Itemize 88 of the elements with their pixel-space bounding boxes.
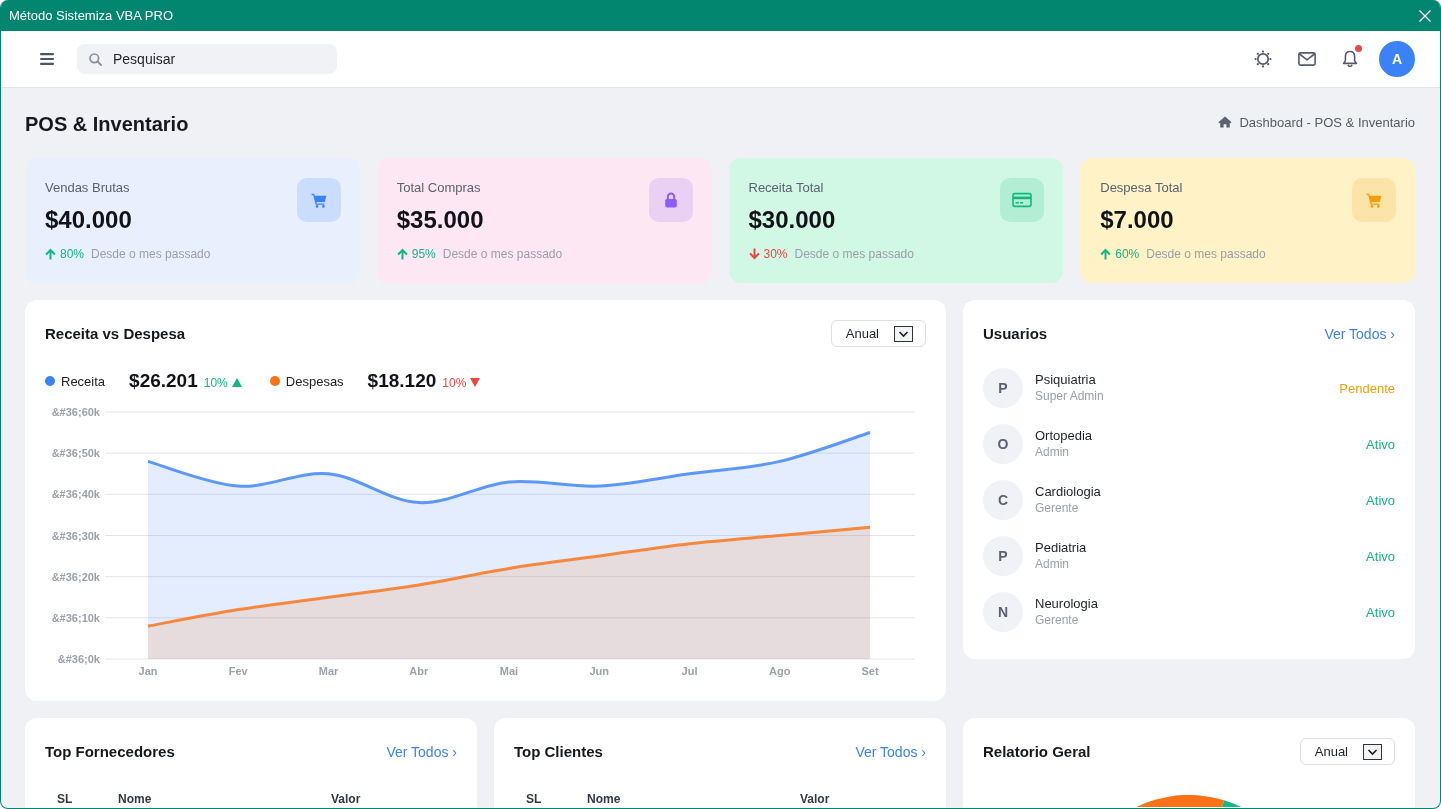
user-avatar: C bbox=[983, 480, 1023, 520]
x-axis-label: Ago bbox=[769, 665, 791, 677]
column-header: SL bbox=[56, 791, 74, 807]
column-header: Valor bbox=[799, 791, 831, 807]
stat-value: $35.000 bbox=[396, 205, 484, 235]
caret-icon bbox=[1363, 743, 1382, 760]
y-axis-label: &#36;0k bbox=[57, 653, 100, 665]
user-status: Ativo bbox=[1366, 436, 1395, 452]
user-status: Ativo bbox=[1366, 492, 1395, 508]
sun-icon[interactable] bbox=[1254, 50, 1272, 68]
view-all-link[interactable]: Ver Todos › bbox=[855, 743, 926, 760]
x-axis-label: Abr bbox=[409, 665, 429, 677]
view-all-link[interactable]: Ver Todos › bbox=[386, 743, 457, 760]
stat-value: $40.000 bbox=[45, 205, 132, 235]
stat-change: 60% bbox=[1115, 247, 1140, 261]
bell-icon[interactable] bbox=[1342, 50, 1358, 68]
user-avatar: N bbox=[983, 592, 1023, 632]
menu-icon[interactable] bbox=[40, 53, 54, 65]
user-status: Ativo bbox=[1366, 548, 1395, 564]
column-header: Nome bbox=[586, 791, 622, 807]
column-header: Valor bbox=[330, 791, 362, 807]
user-name: Pediatria bbox=[1035, 540, 1087, 556]
card-title: Top Clientes bbox=[514, 743, 603, 760]
mail-icon[interactable] bbox=[1298, 52, 1316, 66]
stat-note: Desde o mes passado bbox=[442, 247, 563, 261]
y-axis-label: &#36;20k bbox=[51, 570, 100, 583]
stat-label: Vendas Brutas bbox=[45, 180, 130, 196]
user-status: Ativo bbox=[1366, 604, 1395, 620]
search-icon bbox=[89, 53, 102, 66]
x-axis-label: Mai bbox=[499, 665, 519, 677]
legend-change: 10% bbox=[442, 375, 467, 390]
legend-amount: $26.201 bbox=[129, 370, 198, 392]
y-axis-label: &#36;50k bbox=[51, 447, 100, 460]
legend-label: Despesas bbox=[285, 373, 344, 389]
x-axis-label: Set bbox=[861, 665, 879, 677]
page-title: POS & Inventario bbox=[25, 112, 189, 136]
stat-change: 30% bbox=[763, 247, 788, 261]
legend-label: Receita bbox=[61, 373, 106, 389]
x-axis-label: Fev bbox=[228, 665, 248, 677]
legend-amount: $18.120 bbox=[367, 370, 437, 392]
column-header: Nome bbox=[117, 791, 153, 807]
user-role: Gerente bbox=[1035, 500, 1079, 516]
user-avatar: P bbox=[983, 368, 1023, 408]
stat-value: $30.000 bbox=[748, 205, 836, 235]
card-title: Top Fornecedores bbox=[45, 743, 175, 760]
caret-icon bbox=[894, 325, 913, 342]
user-role: Gerente bbox=[1035, 612, 1079, 628]
legend-change: 10% bbox=[203, 375, 228, 390]
stat-change: 80% bbox=[60, 247, 85, 261]
user-role: Admin bbox=[1035, 444, 1069, 460]
user-role: Admin bbox=[1035, 556, 1069, 572]
x-axis-label: Jul bbox=[681, 665, 698, 677]
stat-change: 95% bbox=[411, 247, 436, 261]
user-name: Ortopedia bbox=[1035, 428, 1093, 444]
window-title: Método Sistemiza VBA PRO bbox=[9, 8, 174, 23]
user-status: Pendente bbox=[1339, 380, 1395, 396]
stat-value: $7.000 bbox=[1100, 205, 1174, 235]
y-axis-label: &#36;30k bbox=[51, 529, 100, 542]
breadcrumb: Dashboard - POS & Inventario bbox=[1239, 114, 1415, 130]
stat-label: Despesa Total bbox=[1100, 180, 1183, 196]
x-axis-label: Jan bbox=[138, 665, 158, 677]
card-title: Receita vs Despesa bbox=[45, 325, 186, 342]
user-name: Cardiologia bbox=[1035, 484, 1101, 500]
search-field[interactable]: Pesquisar bbox=[77, 44, 337, 74]
card-title: Usuarios bbox=[983, 325, 1048, 342]
period-dropdown[interactable]: Anual bbox=[1299, 738, 1395, 765]
stat-note: Desde o mes passado bbox=[794, 247, 914, 261]
user-name: Neurologia bbox=[1035, 596, 1098, 612]
home-icon bbox=[1218, 116, 1233, 128]
y-axis-label: &#36;40k bbox=[51, 488, 100, 501]
y-axis-label: &#36;10k bbox=[51, 611, 100, 624]
user-avatar: O bbox=[983, 424, 1023, 464]
user-avatar: P bbox=[983, 536, 1023, 576]
x-axis-label: Jun bbox=[589, 665, 610, 677]
column-header: SL bbox=[525, 791, 543, 807]
profile-avatar[interactable]: A bbox=[1379, 41, 1415, 77]
user-name: Psiquiatria bbox=[1035, 372, 1096, 388]
y-axis-label: &#36;60k bbox=[51, 406, 100, 418]
view-all-link[interactable]: Ver Todos › bbox=[1324, 325, 1395, 342]
card-title: Relatorio Geral bbox=[983, 743, 1091, 760]
user-role: Super Admin bbox=[1035, 388, 1104, 404]
stat-note: Desde o mes passado bbox=[91, 247, 211, 261]
x-axis-label: Mar bbox=[318, 665, 339, 677]
close-icon[interactable] bbox=[1419, 9, 1431, 22]
stat-label: Receita Total bbox=[748, 180, 824, 196]
period-dropdown[interactable]: Anual bbox=[830, 320, 926, 347]
stat-note: Desde o mes passado bbox=[1146, 247, 1266, 261]
stat-label: Total Compras bbox=[396, 180, 481, 196]
